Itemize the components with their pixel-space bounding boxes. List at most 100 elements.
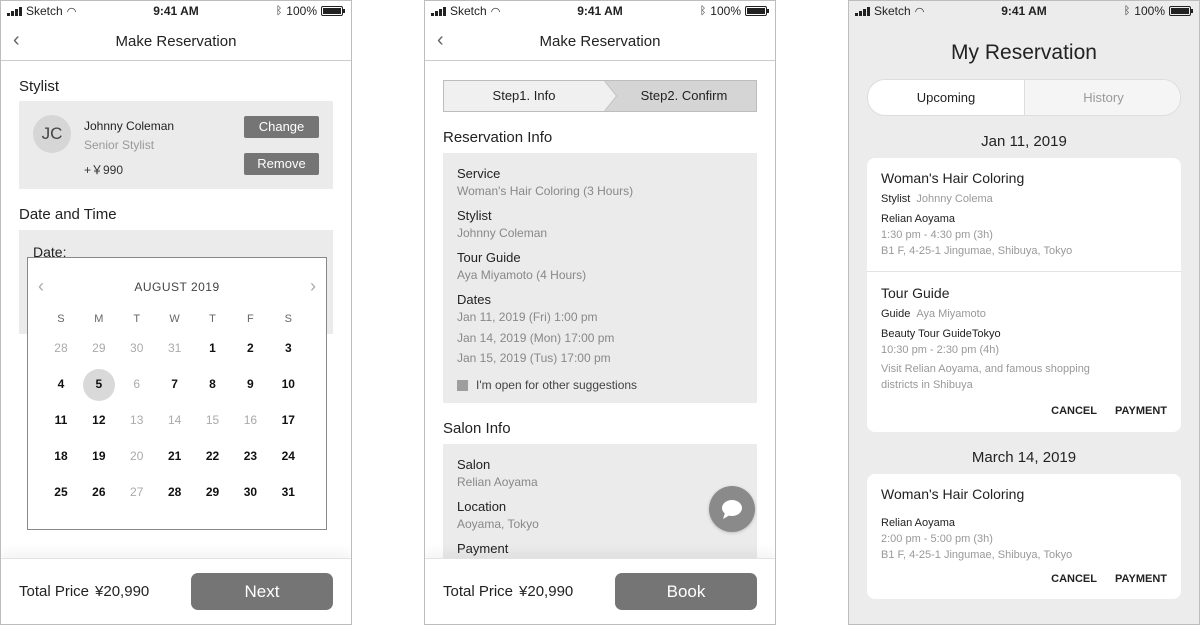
navigation-bar: ‹ Make Reservation [1,21,351,61]
tab-upcoming[interactable]: Upcoming [868,80,1025,115]
calendar-day-number: 16 [243,413,258,427]
battery-icon [321,6,345,16]
calendar-day-number: 29 [92,341,106,355]
card-address: B1 F, 4-25-1 Jingumae, Shibuya, Tokyo [881,549,1073,561]
stylist-label: Stylist [457,208,492,223]
calendar-week: 28 29 30 31 1 2 3 [42,330,324,366]
card-salon: Relian Aoyama [881,213,955,225]
calendar-day[interactable]: 25 [42,485,80,499]
calendar-day[interactable]: 24 [269,449,307,463]
payment-button[interactable]: PAYMENT [1115,405,1167,417]
weekday-label: W [169,313,180,325]
calendar-day: 15 [194,413,232,427]
calendar-day[interactable]: 4 [42,377,80,391]
location-label: Location [457,499,507,514]
calendar-day[interactable]: 19 [80,449,118,463]
dates-label: Dates [457,292,491,307]
checkbox-icon[interactable] [457,379,468,391]
calendar-day[interactable]: 22 [194,449,232,463]
calendar-day-selected[interactable]: 5 [80,369,118,401]
calendar-day[interactable]: 30 [231,485,269,499]
calendar-day[interactable]: 3 [269,341,307,355]
payment-button[interactable]: PAYMENT [1115,573,1167,585]
calendar-day[interactable]: 7 [156,377,194,391]
remove-button[interactable]: Remove [244,153,319,175]
calendar-day[interactable]: 31 [269,485,307,499]
calendar-day[interactable]: 11 [42,413,80,427]
suggestions-checkbox[interactable]: I'm open for other suggestions [457,378,637,392]
calendar-day-number: 2 [247,341,254,355]
calendar-day[interactable]: 1 [194,341,232,355]
reservation-card: Woman's Hair Coloring Relian Aoyama 2:00… [867,474,1181,599]
calendar-day[interactable]: 10 [269,377,307,391]
guide-value: Aya Miyamoto (4 Hours) [457,268,587,282]
change-button[interactable]: Change [244,116,319,138]
weekday-label: M [94,313,104,325]
nav-title: Make Reservation [115,33,237,50]
avatar: JC [33,115,71,153]
calendar-day-number: 15 [205,413,220,427]
calendar-day[interactable]: 2 [231,341,269,355]
salon-label: Salon [457,457,491,472]
stylist-card: JC Johnny Coleman Senior Stylist +￥990 C… [19,101,333,189]
calendar-day-number: 25 [54,485,68,499]
step1-tab[interactable]: Step1. Info [444,81,617,111]
total-label: Total Price [443,583,514,600]
weekday-header: SMTWTFS [42,308,324,330]
calendar-day[interactable]: 18 [42,449,80,463]
cancel-button[interactable]: CANCEL [1051,405,1097,417]
weekday-label: F [247,313,254,325]
total-price: Total Price ¥20,990 [443,583,573,600]
calendar-day-number: 21 [167,449,182,463]
calendar-day: 16 [231,413,269,427]
calendar-day[interactable]: 23 [231,449,269,463]
reservation-info-title: Reservation Info [443,129,553,146]
card-title: Woman's Hair Coloring [881,486,1025,502]
meta-value: Aya Miyamoto [916,308,986,320]
card-tour: Beauty Tour GuideTokyo [881,328,1001,340]
reservation-card: Woman's Hair Coloring Stylist Johnny Cole… [867,158,1181,432]
cancel-button[interactable]: CANCEL [1051,573,1097,585]
guide-item: Tour Guide Aya Miyamoto (4 Hours) [457,250,586,282]
calendar-day-number: 17 [281,413,295,427]
datetime-section-title: Date and Time [19,206,117,223]
calendar-day: 27 [118,485,156,499]
payment-item: Payment [457,541,508,556]
calendar-day[interactable]: 21 [156,449,194,463]
next-button[interactable]: Next [191,573,333,610]
bluetooth-icon: ᛒ [699,5,707,17]
book-button[interactable]: Book [615,573,757,610]
calendar-day-number: 30 [243,485,258,499]
calendar-week: 18 19 20 21 22 23 24 [42,438,324,474]
salon-item: Salon Relian Aoyama [457,457,538,489]
calendar-day-number: 7 [171,377,178,391]
calendar-day-number: 30 [130,341,144,355]
calendar-day[interactable]: 12 [80,413,118,427]
calendar-day-number: 18 [54,449,68,463]
total-price: Total Price ¥20,990 [19,583,149,600]
calendar-day-number: 24 [281,449,295,463]
calendar-day[interactable]: 9 [231,377,269,391]
tab-history[interactable]: History [1025,80,1180,115]
chevron-right-icon[interactable]: › [310,276,316,297]
card-meta: Guide Aya Miyamoto [881,308,986,320]
calendar-day[interactable]: 28 [156,485,194,499]
calendar-day: 20 [118,449,156,463]
calendar-day[interactable]: 17 [269,413,307,427]
stylist-value: Johnny Coleman [457,226,548,240]
calendar-day: 14 [156,413,194,427]
calendar-day-number: 9 [247,377,254,391]
footer-bar: Total Price ¥20,990 Book [425,558,775,624]
calendar-day-number: 28 [167,485,182,499]
location-item: Location Aoyama, Tokyo [457,499,539,531]
nav-title: Make Reservation [539,33,661,50]
step2-tab[interactable]: Step2. Confirm [598,81,756,111]
calendar-day[interactable]: 8 [194,377,232,391]
chat-bubble-icon[interactable] [709,486,755,532]
card-description: Visit Relian Aoyama, and famous shopping… [881,363,1090,391]
calendar-day[interactable]: 26 [80,485,118,499]
calendar-day[interactable]: 29 [194,485,232,499]
stylist-section-title: Stylist [19,78,60,95]
calendar-week: 25 26 27 28 29 30 31 [42,474,324,510]
date-header: Jan 11, 2019 [981,133,1067,150]
